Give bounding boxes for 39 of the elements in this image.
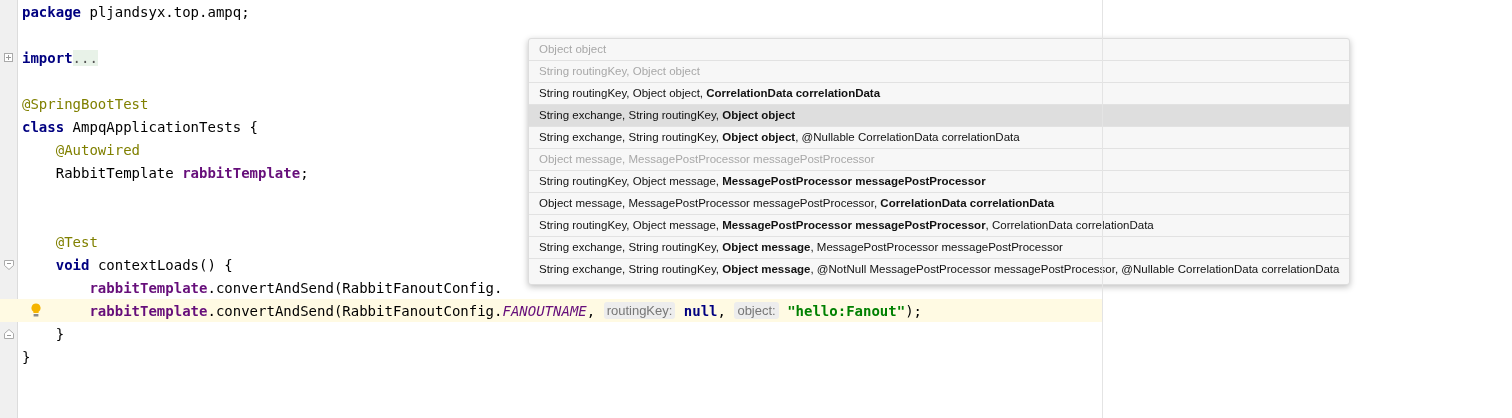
collapse-icon[interactable]	[4, 329, 14, 339]
field-name: rabbitTemplate	[89, 302, 208, 319]
annotation: @SpringBootTest	[22, 95, 149, 112]
field-name: rabbitTemplate	[182, 164, 301, 181]
folded-imports[interactable]: ...	[72, 49, 98, 66]
code-text: AmpqApplicationTests {	[72, 118, 259, 135]
lightbulb-icon[interactable]	[31, 303, 41, 317]
parameter-hint: object:	[734, 302, 779, 319]
signature-item[interactable]: String exchange, String routingKey, Object object, @Nullable CorrelationData correlationData	[529, 127, 1350, 149]
code-text: ,	[717, 302, 727, 319]
collapse-icon[interactable]	[4, 260, 14, 270]
keyword: package	[22, 3, 81, 20]
string-literal: "hello:Fanout"	[787, 302, 906, 319]
signature-item[interactable]: Object message, MessagePostProcessor messagePostProcessor, CorrelationData correlationData	[529, 193, 1350, 215]
signature-item[interactable]: String exchange, String routingKey, Object message, @NotNull MessagePostProcessor messagePostProcessor, @Nullable CorrelationData correlationData	[529, 259, 1350, 280]
code-text: pljandsyx.top.ampq;	[89, 3, 250, 20]
code-text: }	[55, 325, 65, 342]
code-text: .convertAndSend(RabbitFanoutConfig.	[207, 302, 503, 319]
code-text: RabbitTemplate	[55, 164, 175, 181]
expand-icon[interactable]	[4, 53, 13, 62]
code-text: ,	[586, 302, 597, 319]
keyword: class	[22, 118, 65, 135]
code-text: .convertAndSend(RabbitFanoutConfig.	[207, 279, 503, 296]
signature-item[interactable]: String routingKey, Object message, MessagePostProcessor messagePostProcessor, CorrelationData correlationData	[529, 215, 1350, 237]
signature-item[interactable]: String routingKey, Object message, MessagePostProcessor messagePostProcessor	[529, 171, 1350, 193]
signature-item[interactable]: String exchange, String routingKey, Object object	[529, 105, 1350, 127]
keyword: import	[22, 49, 73, 66]
parameter-hint: routingKey:	[603, 302, 676, 319]
code-text: }	[22, 348, 31, 365]
code-text: );	[905, 302, 923, 319]
annotation: @Test	[55, 233, 98, 250]
annotation: @Autowired	[55, 141, 140, 158]
field-name: rabbitTemplate	[89, 279, 208, 296]
code-text: ;	[300, 164, 309, 181]
code-text: contextLoads() {	[97, 256, 233, 273]
constant-name: FANOUTNAME	[502, 302, 587, 319]
keyword: void	[55, 256, 90, 273]
signature-item[interactable]: String exchange, String routingKey, Object message, MessagePostProcessor messagePostProcessor	[529, 237, 1350, 259]
keyword: null	[683, 302, 718, 319]
